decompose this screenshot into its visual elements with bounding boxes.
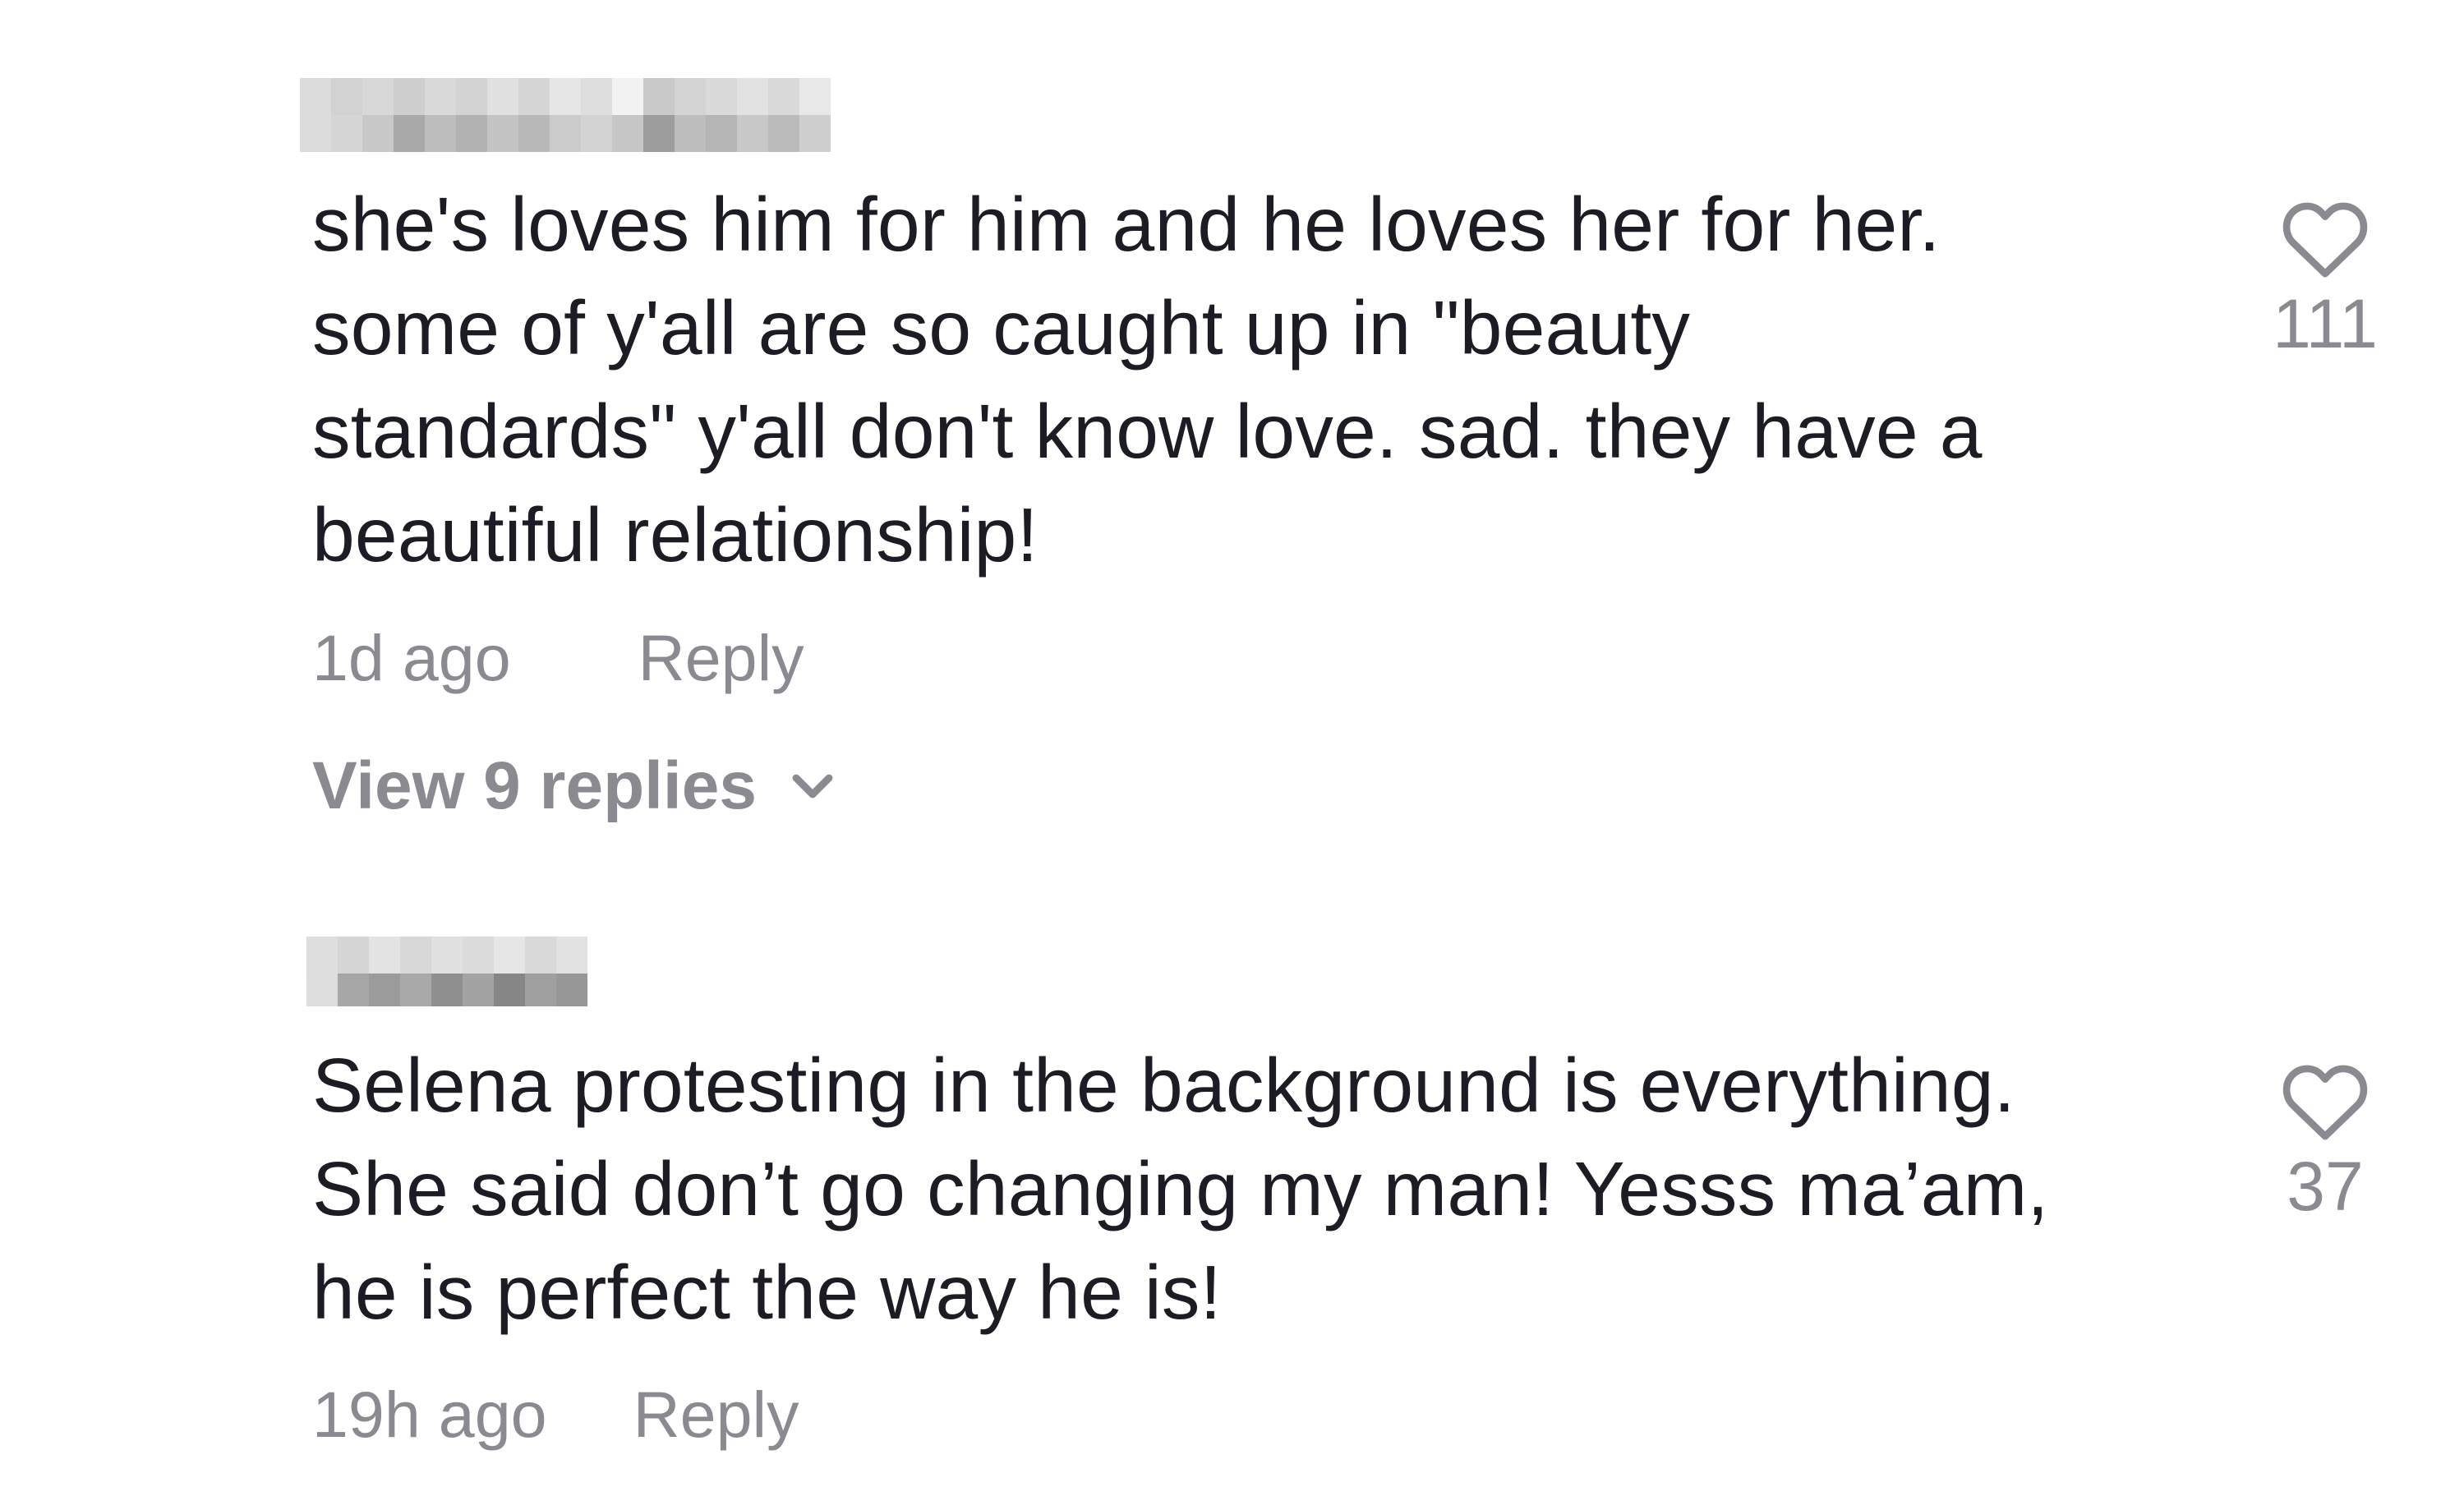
- comment-meta: 19h ago Reply: [312, 1377, 799, 1452]
- like-button[interactable]: 111: [2264, 197, 2387, 364]
- reply-button[interactable]: Reply: [638, 620, 804, 696]
- reply-button[interactable]: Reply: [633, 1377, 799, 1452]
- view-replies-button[interactable]: View 9 replies: [312, 748, 836, 825]
- username-redacted[interactable]: [300, 78, 842, 152]
- comment-timestamp: 1d ago: [312, 621, 511, 694]
- view-replies-label: View 9 replies: [312, 748, 757, 823]
- heart-outline-icon[interactable]: [2279, 197, 2371, 279]
- like-count: 37: [2287, 1148, 2364, 1225]
- comment-text: Selena protesting in the background is e…: [312, 1043, 2049, 1335]
- like-count: 111: [2273, 285, 2378, 362]
- chevron-down-icon: [792, 774, 833, 799]
- comment-timestamp: 19h ago: [312, 1378, 547, 1451]
- like-button[interactable]: 37: [2264, 1060, 2387, 1227]
- username-redacted[interactable]: [306, 937, 610, 1006]
- comment-text: she's loves him for him and he loves her…: [312, 182, 1983, 578]
- comment-meta: 1d ago Reply: [312, 620, 804, 696]
- heart-outline-icon[interactable]: [2279, 1060, 2371, 1142]
